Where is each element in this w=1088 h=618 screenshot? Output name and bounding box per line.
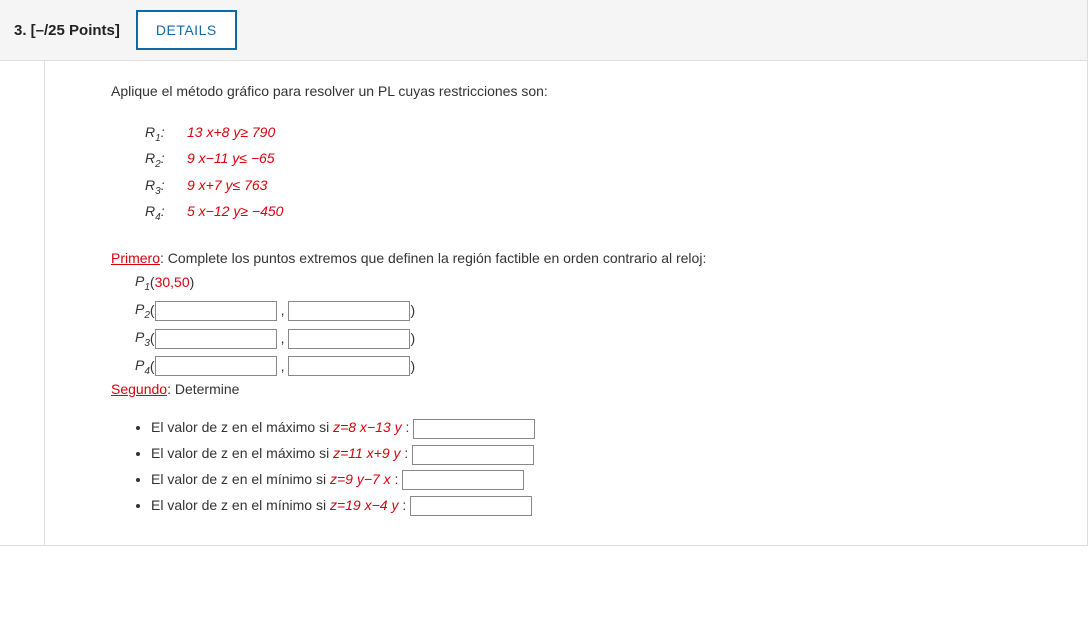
comma: , — [281, 355, 285, 379]
primero-label: Primero — [111, 250, 160, 266]
point-row-fixed: P1(30,50) — [135, 270, 1087, 296]
constraint-expr: 9 x+7 y≤ 763 — [187, 174, 267, 197]
z-lead: El valor de z en el máximo si — [151, 419, 333, 435]
segundo-label: Segundo — [111, 381, 167, 397]
constraint-label: R4: — [145, 200, 175, 226]
constraint-row: R3: 9 x+7 y≤ 763 — [145, 174, 1087, 200]
constraint-expr: 9 x−11 y≤ −65 — [187, 147, 275, 170]
z-expr: z=8 x−13 y — [333, 419, 402, 435]
comma: , — [281, 327, 285, 351]
z-lead: El valor de z en el mínimo si — [151, 471, 330, 487]
z-expr: z=11 x+9 y — [333, 445, 400, 461]
z-list: El valor de z en el máximo si z=8 x−13 y… — [151, 415, 1087, 519]
segundo-text: : Determine — [167, 381, 239, 397]
z-tail: : — [401, 445, 409, 461]
point-row-input: P3( , ) — [135, 326, 1087, 352]
point-x-input[interactable] — [155, 329, 277, 349]
z-item: El valor de z en el máximo si z=8 x−13 y… — [151, 415, 1087, 441]
comma: , — [281, 299, 285, 323]
point-label: P1 — [135, 270, 150, 296]
z-lead: El valor de z en el máximo si — [151, 445, 333, 461]
z-value-input[interactable] — [402, 470, 524, 490]
intro-text: Aplique el método gráfico para resolver … — [111, 83, 1087, 99]
close-paren: ) — [410, 327, 415, 351]
primero-block: Primero: Complete los puntos extremos qu… — [111, 250, 1087, 379]
close-paren: ) — [190, 271, 195, 295]
point-label: P2 — [135, 298, 150, 324]
point-label: P3 — [135, 326, 150, 352]
point-label: P4 — [135, 354, 150, 380]
points-label: 3. [–/25 Points] — [14, 22, 120, 39]
point-y-input[interactable] — [288, 301, 410, 321]
point-row-input: P2( , ) — [135, 298, 1087, 324]
point-x-input[interactable] — [155, 301, 277, 321]
points-list: P1(30,50) P2( , ) P3( , ) P4( — [135, 270, 1087, 379]
z-tail: : — [398, 497, 406, 513]
constraint-expr: 13 x+8 y≥ 790 — [187, 121, 275, 144]
constraint-label: R2: — [145, 147, 175, 173]
point-coord: 30,50 — [155, 271, 190, 295]
primero-text: : Complete los puntos extremos que defin… — [160, 250, 706, 266]
z-tail: : — [391, 471, 399, 487]
point-y-input[interactable] — [288, 329, 410, 349]
constraint-row: R4: 5 x−12 y≥ −450 — [145, 200, 1087, 226]
z-expr: z=19 x−4 y — [330, 497, 399, 513]
z-tail: : — [402, 419, 410, 435]
constraint-label: R3: — [145, 174, 175, 200]
question-body: Aplique el método gráfico para resolver … — [44, 61, 1087, 545]
z-value-input[interactable] — [413, 419, 535, 439]
z-item: El valor de z en el máximo si z=11 x+9 y… — [151, 441, 1087, 467]
point-x-input[interactable] — [155, 356, 277, 376]
constraint-row: R2: 9 x−11 y≤ −65 — [145, 147, 1087, 173]
z-item: El valor de z en el mínimo si z=9 y−7 x … — [151, 467, 1087, 493]
constraint-expr: 5 x−12 y≥ −450 — [187, 200, 283, 223]
segundo-block: Segundo: Determine El valor de z en el m… — [111, 381, 1087, 519]
question-container: 3. [–/25 Points] DETAILS Aplique el méto… — [0, 0, 1088, 546]
point-y-input[interactable] — [288, 356, 410, 376]
constraints-block: R1: 13 x+8 y≥ 790 R2: 9 x−11 y≤ −65 R3: … — [145, 121, 1087, 226]
z-value-input[interactable] — [410, 496, 532, 516]
z-value-input[interactable] — [412, 445, 534, 465]
close-paren: ) — [410, 299, 415, 323]
constraint-row: R1: 13 x+8 y≥ 790 — [145, 121, 1087, 147]
question-header: 3. [–/25 Points] DETAILS — [0, 0, 1087, 61]
close-paren: ) — [410, 355, 415, 379]
point-row-input: P4( , ) — [135, 354, 1087, 380]
z-item: El valor de z en el mínimo si z=19 x−4 y… — [151, 493, 1087, 519]
constraint-label: R1: — [145, 121, 175, 147]
z-expr: z=9 y−7 x — [330, 471, 391, 487]
z-lead: El valor de z en el mínimo si — [151, 497, 330, 513]
details-button[interactable]: DETAILS — [136, 10, 237, 50]
